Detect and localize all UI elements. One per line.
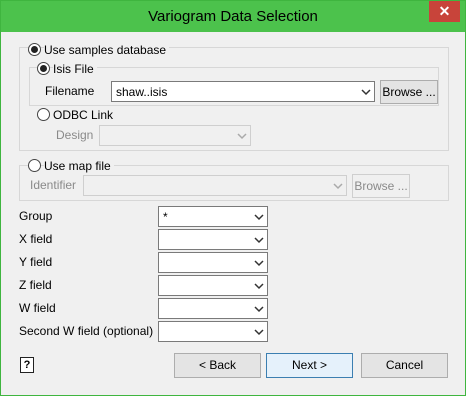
- x-field-label: X field: [19, 232, 53, 246]
- chevron-down-icon[interactable]: [237, 131, 247, 141]
- chevron-down-icon[interactable]: [333, 181, 343, 191]
- use-map-file-radio[interactable]: [28, 159, 41, 172]
- identifier-label: Identifier: [30, 178, 77, 192]
- z-field-label: Z field: [19, 278, 52, 292]
- odbc-link-label: ODBC Link: [53, 108, 114, 122]
- second-w-field-label: Second W field (optional): [19, 324, 154, 338]
- use-map-file-label: Use map file: [44, 159, 114, 173]
- design-label: Design: [56, 128, 94, 142]
- chevron-down-icon[interactable]: [254, 235, 264, 245]
- chevron-down-icon[interactable]: [254, 258, 264, 268]
- window-title: Variogram Data Selection: [148, 8, 318, 25]
- cancel-button[interactable]: Cancel: [361, 353, 448, 378]
- browse-map-button[interactable]: Browse ...: [352, 174, 410, 198]
- chevron-down-icon[interactable]: [254, 281, 264, 291]
- chevron-down-icon[interactable]: [254, 327, 264, 337]
- group-field-label: Group: [19, 209, 53, 223]
- isis-file-radio[interactable]: [37, 62, 50, 75]
- use-samples-radio[interactable]: [28, 43, 41, 56]
- identifier-combo[interactable]: [83, 175, 347, 196]
- close-icon[interactable]: ✕: [429, 1, 460, 22]
- dialog-window: Variogram Data Selection ✕ Use samples d…: [0, 0, 466, 396]
- z-field-combo[interactable]: [158, 275, 268, 296]
- chevron-down-icon[interactable]: [254, 212, 264, 222]
- back-button[interactable]: < Back: [174, 353, 261, 378]
- w-field-label: W field: [19, 301, 56, 315]
- chevron-down-icon[interactable]: [361, 87, 371, 97]
- next-button[interactable]: Next >: [266, 353, 353, 378]
- chevron-down-icon[interactable]: [254, 304, 264, 314]
- group-field-value: *: [163, 210, 168, 224]
- odbc-link-radio[interactable]: [37, 108, 50, 121]
- filename-label: Filename: [45, 84, 95, 98]
- second-w-field-combo[interactable]: [158, 321, 268, 342]
- design-combo[interactable]: [99, 125, 251, 146]
- isis-file-label: Isis File: [53, 62, 97, 76]
- filename-value: shaw..isis: [116, 85, 168, 99]
- help-icon[interactable]: ?: [20, 357, 34, 373]
- w-field-combo[interactable]: [158, 298, 268, 319]
- title-bar[interactable]: Variogram Data Selection ✕: [1, 1, 465, 32]
- use-samples-label: Use samples database: [44, 43, 170, 57]
- filename-combo[interactable]: shaw..isis: [111, 81, 375, 102]
- x-field-combo[interactable]: [158, 229, 268, 250]
- browse-isis-button[interactable]: Browse ...: [380, 80, 438, 104]
- y-field-combo[interactable]: [158, 252, 268, 273]
- y-field-label: Y field: [19, 255, 53, 269]
- group-field-combo[interactable]: *: [158, 206, 268, 227]
